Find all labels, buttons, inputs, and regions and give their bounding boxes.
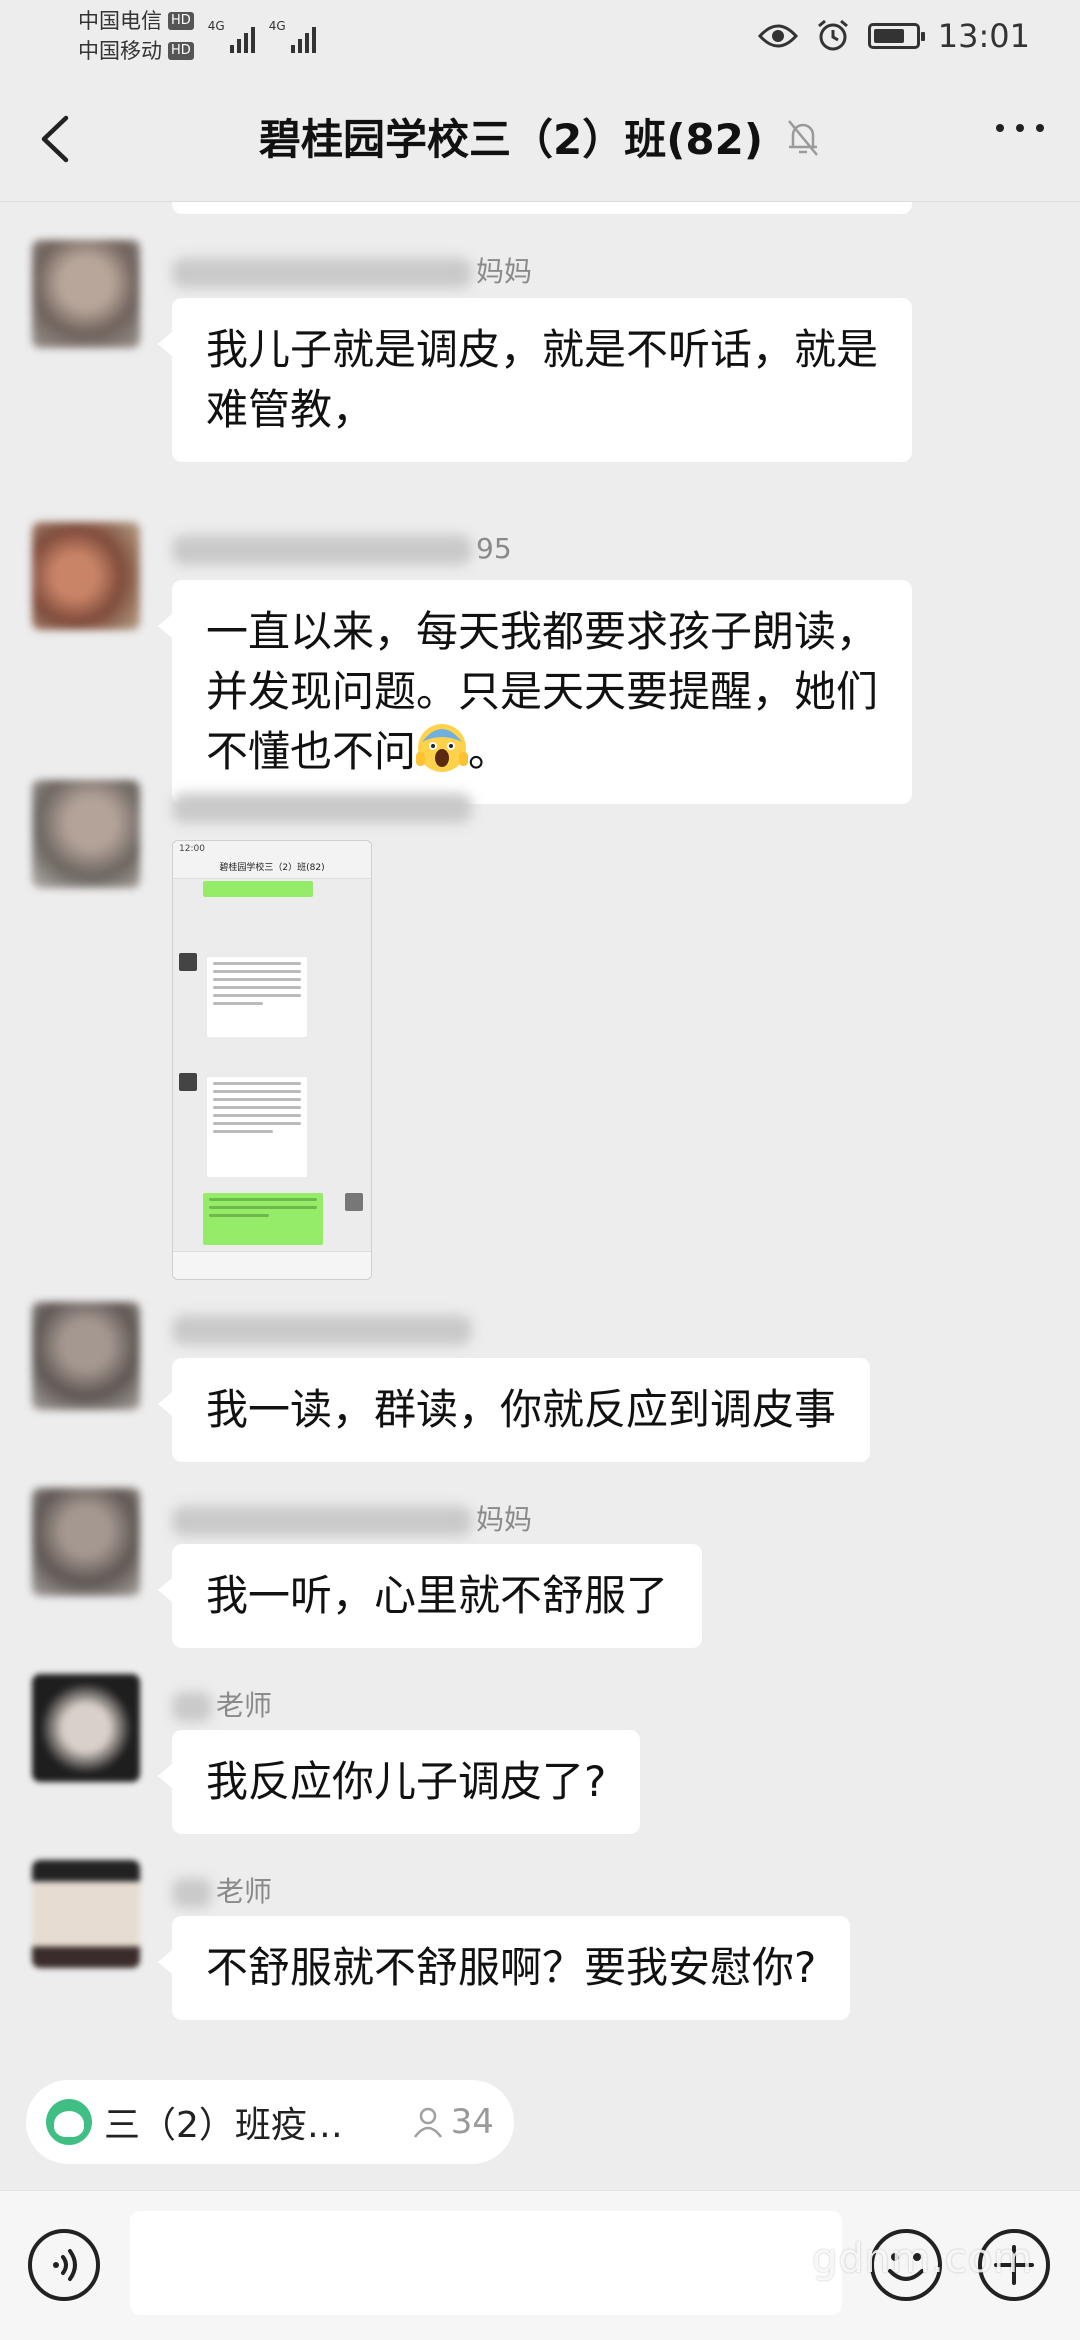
alarm-icon xyxy=(817,19,848,51)
message-bubble[interactable]: 不舒服就不舒服啊？要我安慰你? xyxy=(157,1916,851,2020)
avatar[interactable] xyxy=(32,1488,140,1596)
watermark: gdnm.com xyxy=(812,2236,1034,2282)
carrier-2-label: 中国移动 xyxy=(78,39,162,63)
avatar[interactable] xyxy=(32,1674,140,1782)
signal-icon: 4G xyxy=(208,19,255,53)
previous-bubble-remnant xyxy=(172,202,912,214)
scream-emoji-icon xyxy=(416,724,469,772)
sender-name: 95 xyxy=(172,532,512,565)
status-bar: 中国电信 HD 中国移动 HD 4G 4G 13:01 xyxy=(0,0,1080,72)
message-input[interactable] xyxy=(130,2211,842,2315)
hd-badge: HD xyxy=(168,12,194,30)
preview-bubble xyxy=(203,1193,323,1245)
clock: 13:01 xyxy=(937,17,1030,55)
preview-avatar xyxy=(179,953,197,971)
carrier-info: 中国电信 HD 中国移动 HD xyxy=(78,6,194,66)
mute-bell-icon xyxy=(788,119,818,156)
back-arrow-icon[interactable] xyxy=(36,114,76,164)
message-bubble[interactable]: 一直以来，每天我都要求孩子朗读，并发现问题。只是天天要提醒，她们不懂也不问。 xyxy=(158,580,912,804)
avatar[interactable] xyxy=(32,1860,140,1968)
chat-title: 碧桂园学校三（2）班(82) xyxy=(258,115,764,164)
pinned-label: 三（2）班疫… xyxy=(104,2105,343,2146)
mini-program-icon xyxy=(46,2099,92,2145)
preview-bubble xyxy=(207,957,307,1037)
image-message[interactable]: 12:00 碧桂园学校三（2）班(82) xyxy=(172,840,372,1280)
preview-avatar xyxy=(345,1193,363,1211)
preview-bubble xyxy=(203,881,313,897)
sender-name xyxy=(172,1312,476,1345)
pinned-group-chip[interactable]: 三（2）班疫… 34 xyxy=(26,2080,514,2164)
eye-icon xyxy=(757,24,798,48)
message-text: 一直以来，每天我都要求孩子朗读，并发现问题。只是天天要提醒，她们不懂也不问 xyxy=(206,607,879,776)
preview-status: 12:00 xyxy=(173,841,371,857)
network-type-label: 4G xyxy=(268,19,286,33)
voice-input-icon[interactable] xyxy=(26,2227,102,2303)
more-options-button[interactable] xyxy=(996,124,1044,132)
signal-icon: 4G xyxy=(269,19,316,53)
sender-name xyxy=(172,790,476,823)
message-bubble[interactable]: 我儿子就是调皮，就是不听话，就是难管教， xyxy=(158,298,912,462)
message-bubble[interactable]: 我反应你儿子调皮了? xyxy=(157,1730,641,1834)
battery-icon xyxy=(867,23,925,49)
network-type-label: 4G xyxy=(207,19,225,33)
message-text: 。 xyxy=(468,727,511,776)
avatar[interactable] xyxy=(32,522,140,630)
preview-title: 碧桂园学校三（2）班(82) xyxy=(173,857,371,879)
sender-name: 妈妈 xyxy=(172,250,532,290)
preview-avatar xyxy=(179,1073,197,1091)
preview-input-bar xyxy=(173,1251,371,1279)
person-icon xyxy=(413,2107,442,2138)
preview-bubble xyxy=(207,1077,307,1177)
sender-name: 老师 xyxy=(172,1684,272,1724)
chat-message-list[interactable]: 妈妈 我儿子就是调皮，就是不听话，就是难管教， 95 一直以来，每天我都要求孩子… xyxy=(0,202,1080,2057)
member-count: 34 xyxy=(411,2102,494,2142)
hd-badge: HD xyxy=(168,42,194,60)
sender-name: 老师 xyxy=(172,1870,272,1910)
avatar[interactable] xyxy=(32,240,140,348)
avatar[interactable] xyxy=(32,780,140,888)
chat-header: 碧桂园学校三（2）班(82) xyxy=(0,72,1080,202)
avatar[interactable] xyxy=(32,1302,140,1410)
member-count-value: 34 xyxy=(450,2102,494,2142)
message-bubble[interactable]: 我一听，心里就不舒服了 xyxy=(157,1544,703,1648)
sender-name: 妈妈 xyxy=(172,1498,532,1538)
message-bubble[interactable]: 我一读，群读，你就反应到调皮事 xyxy=(157,1358,871,1462)
carrier-1-label: 中国电信 xyxy=(78,9,162,33)
